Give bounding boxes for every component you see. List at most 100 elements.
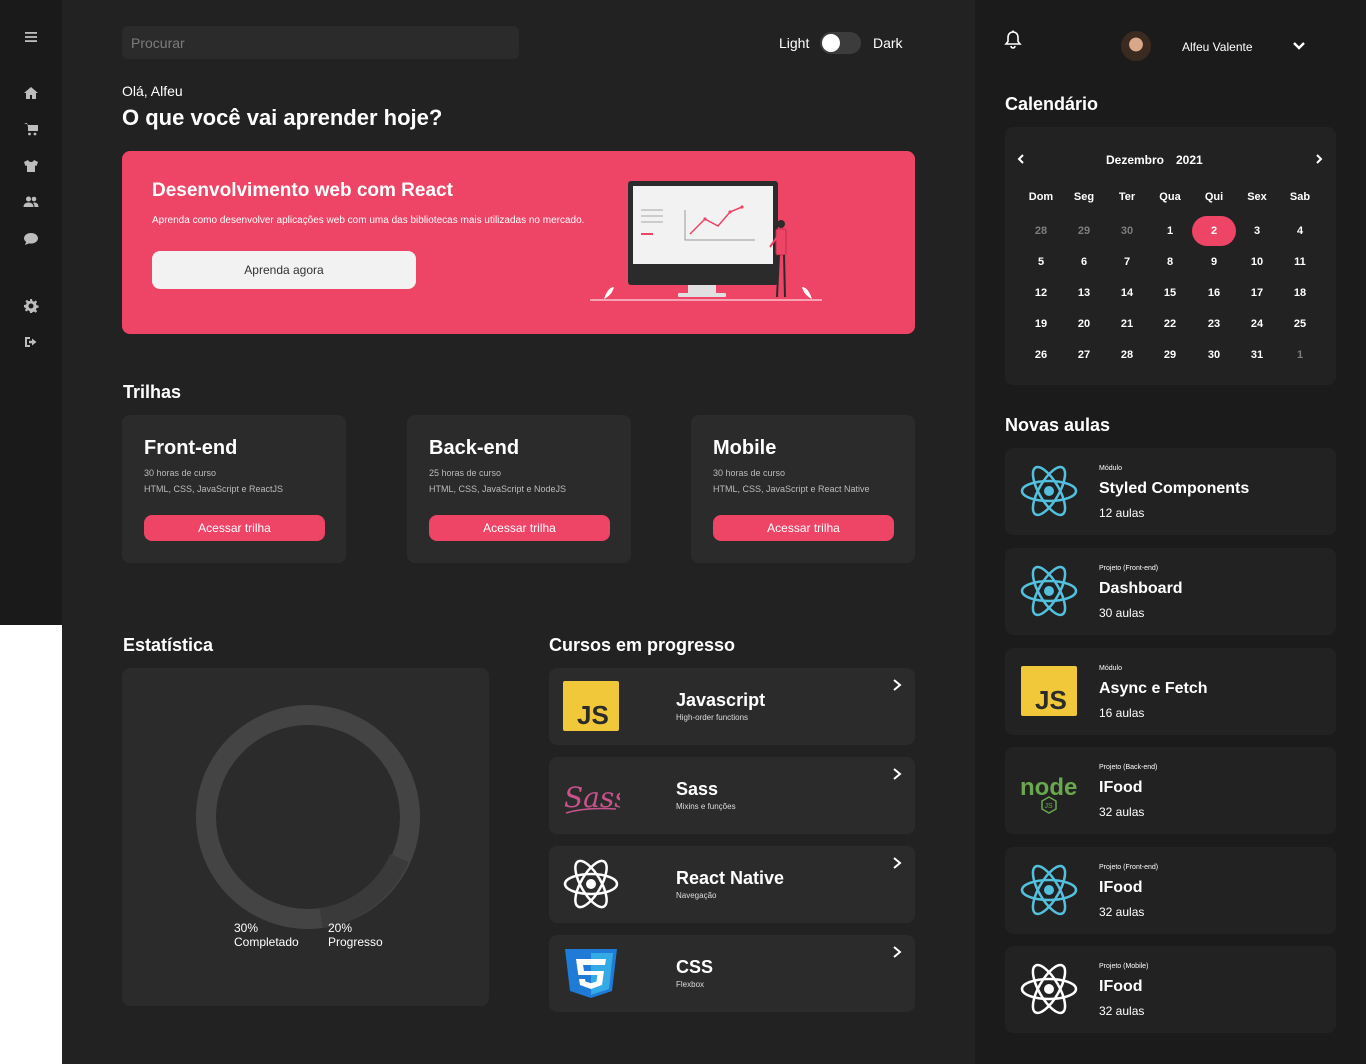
react-native-icon [1020,963,1078,1015]
progress-donut-chart [196,705,420,929]
shirt-icon[interactable] [22,157,40,175]
calendar-day[interactable]: 11 [1280,248,1320,276]
page-headline: O que você vai aprender hoje? [122,105,443,130]
stat-completed-value: 30% [234,921,259,935]
theme-toggle-knob [822,34,840,52]
calendar-day[interactable]: 1 [1150,217,1190,245]
theme-toggle[interactable] [820,32,861,54]
calendar-day[interactable]: 28 [1021,217,1061,245]
calendar-day[interactable]: 14 [1107,279,1147,307]
avatar[interactable] [1121,31,1151,61]
calendar-day[interactable]: 22 [1150,310,1190,338]
course-card-react-native[interactable]: React Native Navegação [549,846,915,923]
course-title: React Native [676,868,785,888]
weekday-label: Sab [1289,191,1311,203]
hero-banner: Desenvolvimento web com React Aprenda co… [122,151,915,334]
course-subtitle: High-order functions [676,713,749,722]
calendar-day[interactable]: 8 [1150,248,1190,276]
calendar-day[interactable]: 30 [1107,217,1147,245]
calendar-day[interactable]: 24 [1237,310,1277,338]
calendar-day-selected[interactable]: 2 [1192,216,1236,246]
calendar-day[interactable]: 9 [1194,248,1234,276]
course-card-javascript[interactable]: JS Javascript High-order functions [549,668,915,745]
calendar-day[interactable]: 15 [1150,279,1190,307]
lesson-card-async-fetch[interactable]: JS Módulo Async e Fetch 16 aulas [1005,648,1336,735]
learn-now-button[interactable]: Aprenda agora [152,251,416,289]
presentation-illustration [590,181,822,301]
lesson-card-styled-components[interactable]: Módulo Styled Components 12 aulas [1005,448,1336,535]
lesson-category: Módulo [1099,665,1122,672]
cart-icon[interactable] [22,120,40,138]
lesson-count: 32 aulas [1099,805,1145,819]
lesson-category: Projeto (Front-end) [1099,565,1159,572]
calendar-year: 2021 [1176,153,1203,167]
lesson-category: Projeto (Mobile) [1099,963,1149,970]
calendar-day[interactable]: 29 [1150,341,1190,369]
calendar: Dezembro 2021 Dom Seg Ter Qua Qui Sex Sa… [1005,127,1336,385]
users-icon[interactable] [22,193,40,211]
calendar-day[interactable]: 30 [1194,341,1234,369]
calendar-day[interactable]: 19 [1021,310,1061,338]
calendar-day[interactable]: 4 [1280,217,1320,245]
calendar-day[interactable]: 6 [1064,248,1104,276]
calendar-day[interactable]: 20 [1064,310,1104,338]
logout-icon[interactable] [22,333,40,351]
trail-card-backend: Back-end 25 horas de curso HTML, CSS, Ja… [407,415,631,563]
lesson-card-ifood-frontend[interactable]: Projeto (Front-end) IFood 32 aulas [1005,847,1336,934]
lesson-count: 30 aulas [1099,606,1145,620]
lesson-category: Módulo [1099,465,1122,472]
course-subtitle: Flexbox [676,980,705,989]
calendar-day[interactable]: 1 [1280,341,1320,369]
calendar-day[interactable]: 10 [1237,248,1277,276]
course-card-css[interactable]: CSS Flexbox [549,935,915,1012]
lesson-title: IFood [1099,978,1143,995]
trail-stack: HTML, CSS, JavaScript e React Native [713,484,870,494]
lesson-card-ifood-backend[interactable]: node JS Projeto (Back-end) IFood 32 aula… [1005,747,1336,834]
stat-progress-label: Progresso [328,935,383,949]
calendar-day[interactable]: 29 [1064,217,1104,245]
chevron-left-icon[interactable] [1016,154,1026,164]
calendar-day[interactable]: 13 [1064,279,1104,307]
sidebar [0,0,62,625]
calendar-day[interactable]: 26 [1021,341,1061,369]
react-icon [1020,565,1078,617]
access-trail-button[interactable]: Acessar trilha [144,515,325,541]
trail-hours: 30 horas de curso [144,468,217,478]
calendar-day[interactable]: 18 [1280,279,1320,307]
access-trail-button[interactable]: Acessar trilha [713,515,894,541]
calendar-day[interactable]: 7 [1107,248,1147,276]
home-icon[interactable] [22,84,40,102]
calendar-day[interactable]: 17 [1237,279,1277,307]
lesson-title: Styled Components [1099,480,1250,497]
search-input[interactable] [122,26,519,59]
nodejs-icon: node JS [1020,774,1077,814]
calendar-day[interactable]: 28 [1107,341,1147,369]
calendar-day[interactable]: 23 [1194,310,1234,338]
access-trail-button[interactable]: Acessar trilha [429,515,610,541]
calendar-day[interactable]: 31 [1237,341,1277,369]
chevron-right-icon[interactable] [1314,154,1324,164]
hero-description: Aprenda como desenvolver aplicações web … [152,215,585,226]
course-card-sass[interactable]: Sass Sass Mixins e funções [549,757,915,834]
lesson-card-ifood-mobile[interactable]: Projeto (Mobile) IFood 32 aulas [1005,946,1336,1033]
chevron-down-icon[interactable] [1292,40,1306,52]
css3-icon [565,949,617,998]
stat-progress: 20% Progresso [328,921,383,949]
chat-icon[interactable] [22,230,40,248]
lesson-card-dashboard[interactable]: Projeto (Front-end) Dashboard 30 aulas [1005,548,1336,635]
gear-icon[interactable] [22,297,40,315]
calendar-day[interactable]: 5 [1021,248,1061,276]
calendar-month: Dezembro [1106,153,1165,167]
calendar-day[interactable]: 27 [1064,341,1104,369]
calendar-day[interactable]: 12 [1021,279,1061,307]
calendar-day[interactable]: 3 [1237,217,1277,245]
calendar-day[interactable]: 16 [1194,279,1234,307]
calendar-day[interactable]: 21 [1107,310,1147,338]
weekday-label: Seg [1073,191,1095,203]
menu-icon[interactable] [22,28,40,46]
calendar-day[interactable]: 25 [1280,310,1320,338]
lesson-count: 32 aulas [1099,905,1145,919]
notification-bell-icon[interactable] [1004,30,1022,50]
lesson-title: IFood [1099,879,1143,896]
trail-stack: HTML, CSS, JavaScript e NodeJS [429,484,567,494]
